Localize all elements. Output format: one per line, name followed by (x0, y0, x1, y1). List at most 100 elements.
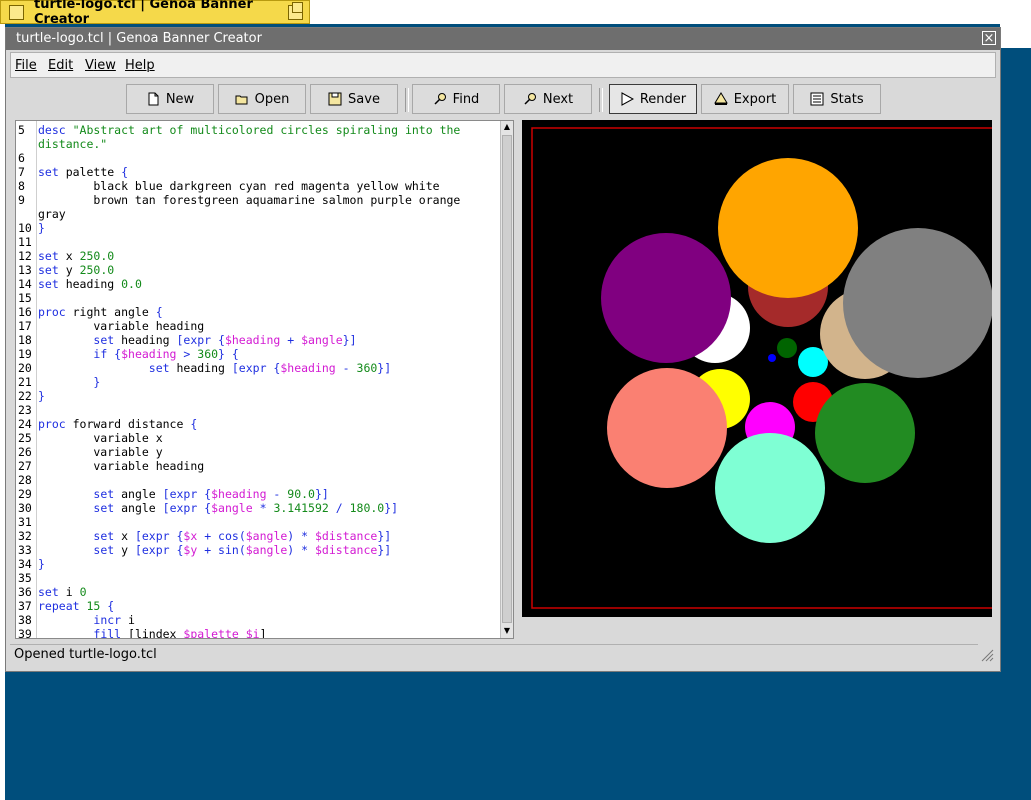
line-number: 22 (18, 389, 32, 403)
line-number: 34 (18, 557, 32, 571)
scrollbar-thumb[interactable] (502, 135, 512, 623)
line-number: 25 (18, 431, 32, 445)
line-number: 29 (18, 487, 32, 501)
code-line: variable heading (38, 319, 205, 333)
close-icon[interactable]: × (982, 31, 996, 45)
code-line: set palette { (38, 165, 129, 179)
code-line: black blue darkgreen cyan red magenta ye… (38, 179, 440, 193)
stats-button-label: Stats (830, 91, 864, 107)
code-line: incr i (93, 613, 135, 627)
find-button-label: Find (452, 91, 480, 107)
circle-forestgreen (815, 383, 915, 483)
line-number-gutter: 5 6 7 8 9 10 11 12 13 14 15 16 17 18 19 20 21 22 23 24 25 26 2… (16, 121, 37, 638)
render-canvas[interactable] (522, 120, 1003, 617)
find-button[interactable]: Find (412, 84, 500, 114)
scroll-up-icon[interactable]: ▲ (501, 121, 513, 133)
menubar: File Edit View Help (10, 52, 996, 78)
line-number: 6 (18, 151, 25, 165)
line-number: 12 (18, 249, 32, 263)
stats-button[interactable]: Stats (793, 84, 881, 114)
editor-vertical-scrollbar[interactable]: ▲ ▼ (500, 121, 513, 638)
code-editor[interactable]: 5 6 7 8 9 10 11 12 13 14 15 16 17 18 19 20 21 22 23 24 25 26 2… (15, 120, 514, 639)
circle-blue (768, 354, 776, 362)
next-button[interactable]: Next (504, 84, 592, 114)
code-line: repeat 15 { (38, 599, 115, 613)
save-button-label: Save (348, 91, 380, 107)
resize-grip-icon[interactable] (978, 646, 994, 662)
export-button[interactable]: Export (701, 84, 789, 114)
line-number: 14 (18, 277, 32, 291)
code-line: } (38, 557, 45, 571)
circle-purple (601, 233, 731, 363)
line-number: 18 (18, 333, 32, 347)
taskbar-window-button[interactable]: turtle-logo.tcl | Genoa Banner Creator (0, 0, 310, 27)
code-line: set i 0 (38, 585, 87, 599)
circle-salmon (607, 368, 727, 488)
code-line: brown tan forestgreen aquamarine salmon … (38, 193, 461, 207)
code-line: if {$heading > 360} { (93, 347, 239, 361)
code-line: set heading 0.0 (38, 277, 142, 291)
status-bar: Opened turtle-logo.tcl (10, 644, 978, 665)
code-line: distance." (38, 137, 108, 151)
export-triangle-icon (713, 92, 728, 105)
line-number: 20 (18, 361, 32, 375)
code-line: variable y (38, 445, 163, 459)
stats-chart-icon (810, 92, 824, 106)
code-line: } (38, 389, 45, 403)
restore-icon[interactable] (288, 1, 303, 20)
code-line: set x [expr {$x + cos($angle) * $distanc… (93, 529, 392, 543)
line-number: 32 (18, 529, 32, 543)
code-line: set angle [expr {$angle * 3.141592 / 180… (93, 501, 399, 515)
circle-aquamarine (715, 433, 825, 543)
line-number: 33 (18, 543, 32, 557)
scroll-down-icon[interactable]: ▼ (501, 625, 513, 637)
render-button-label: Render (639, 91, 687, 107)
code-line: gray (38, 207, 66, 221)
toolbar-separator (599, 88, 603, 112)
new-button[interactable]: New (126, 84, 214, 114)
code-line: set heading [expr {$heading + $angle}] (93, 333, 357, 347)
line-number: 5 (18, 123, 25, 137)
circle-gray (843, 228, 993, 378)
menu-edit[interactable]: Edit (48, 58, 73, 73)
circle-cyan (798, 347, 828, 377)
new-button-label: New (165, 91, 195, 107)
code-line: set heading [expr {$heading - 360}] (148, 361, 392, 375)
line-number: 35 (18, 571, 32, 585)
line-number: 9 (18, 193, 25, 207)
menu-file[interactable]: File (15, 58, 37, 73)
toolbar-separator (405, 88, 409, 112)
code-line: set y [expr {$y + sin($angle) * $distanc… (93, 543, 392, 557)
code-line: } (38, 221, 45, 235)
code-line: set x 250.0 (38, 249, 115, 263)
line-number: 28 (18, 473, 32, 487)
find-key-icon (434, 93, 446, 105)
line-number: 13 (18, 263, 32, 277)
line-number: 31 (18, 515, 32, 529)
window-icon (9, 4, 24, 20)
code-line: fill [lindex $palette $i] (93, 627, 267, 639)
line-number: 23 (18, 403, 32, 417)
new-file-icon (148, 92, 159, 106)
line-number: 21 (18, 375, 32, 389)
menu-help[interactable]: Help (125, 58, 155, 73)
circle-darkgreen (777, 338, 797, 358)
line-number: 36 (18, 585, 32, 599)
code-line: } (93, 375, 101, 389)
window-titlebar[interactable]: turtle-logo.tcl | Genoa Banner Creator × (6, 28, 1000, 50)
render-play-icon (621, 92, 634, 106)
menu-view[interactable]: View (85, 58, 116, 73)
render-button[interactable]: Render (609, 84, 697, 114)
line-number: 15 (18, 291, 32, 305)
code-line: variable heading (38, 459, 205, 473)
code-text-area[interactable]: desc "Abstract art of multicolored circl… (38, 121, 498, 638)
line-number: 38 (18, 613, 32, 627)
save-button[interactable]: Save (310, 84, 398, 114)
next-key-icon (524, 93, 536, 105)
open-button-label: Open (254, 91, 290, 107)
line-number: 27 (18, 459, 32, 473)
code-line: proc forward distance { (38, 417, 198, 431)
line-number: 26 (18, 445, 32, 459)
line-number: 10 (18, 221, 32, 235)
open-button[interactable]: Open (218, 84, 306, 114)
